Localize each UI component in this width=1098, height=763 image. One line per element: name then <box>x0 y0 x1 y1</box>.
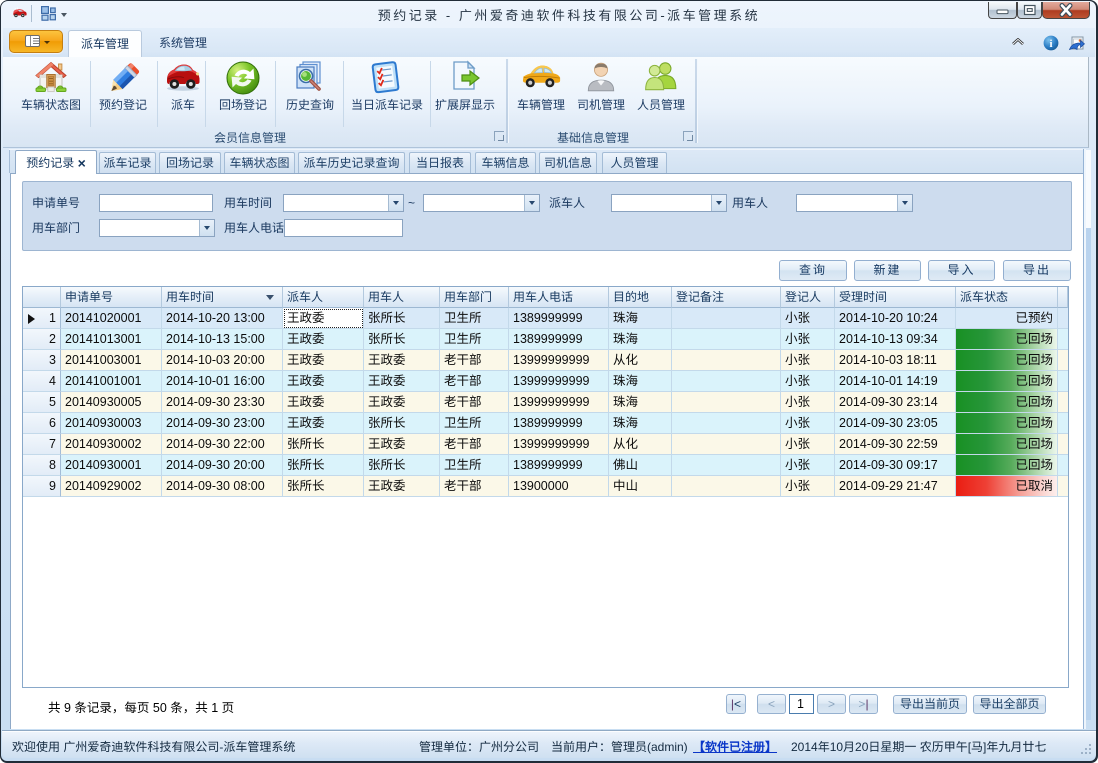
svg-text:i: i <box>1049 38 1052 50</box>
